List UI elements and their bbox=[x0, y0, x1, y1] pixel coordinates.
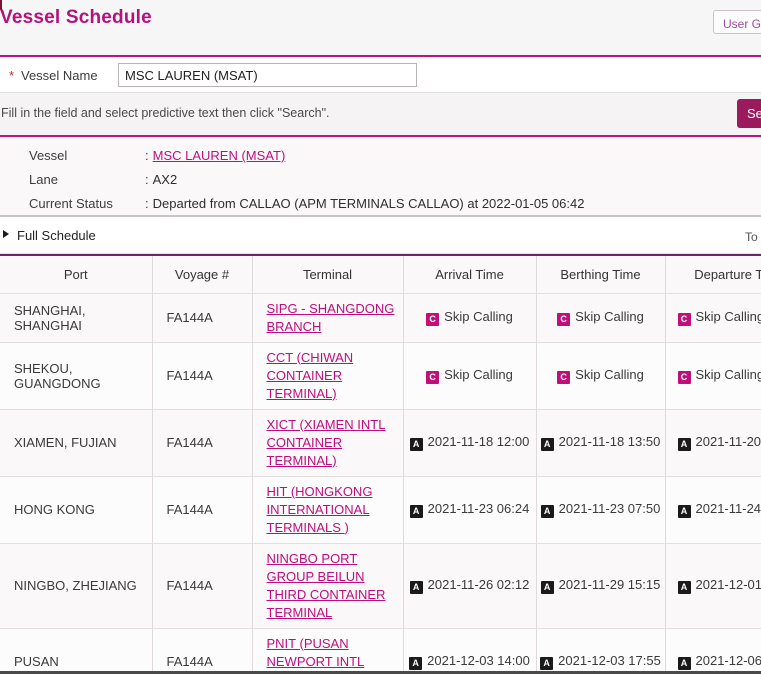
actual-time-icon: A bbox=[541, 505, 554, 518]
vessel-name-input[interactable] bbox=[118, 63, 417, 87]
berthing-cell: A2021-11-23 07:50 bbox=[536, 476, 665, 543]
terminal-link[interactable]: CCT (CHIWAN CONTAINER TERMINAL) bbox=[267, 350, 354, 401]
schedule-row: SHEKOU, GUANGDONG FA144A CCT (CHIWAN CON… bbox=[0, 342, 761, 409]
departure-cell: A2021-12-06 0 bbox=[665, 628, 761, 674]
departure-cell: CSkip Calling bbox=[665, 342, 761, 409]
col-header-departure: Departure Time bbox=[665, 255, 761, 293]
schedule-row: SHANGHAI, SHANGHAI FA144A SIPG - SHANGDO… bbox=[0, 293, 761, 342]
colon: : bbox=[145, 170, 149, 189]
voyage-cell: FA144A bbox=[152, 476, 252, 543]
search-form: * Vessel Name bbox=[0, 57, 761, 93]
page-header: Vessel Schedule User Guide bbox=[0, 0, 761, 55]
actual-time-icon: A bbox=[410, 581, 423, 594]
departure-cell: CSkip Calling bbox=[665, 293, 761, 342]
port-cell: SHANGHAI, SHANGHAI bbox=[0, 293, 152, 342]
vessel-info-panel: Vessel : MSC LAUREN (MSAT) Lane : AX2 Cu… bbox=[0, 137, 761, 217]
port-cell: NINGBO, ZHEJIANG bbox=[0, 543, 152, 628]
page-title: Vessel Schedule bbox=[0, 7, 152, 29]
skip-calling-icon: C bbox=[426, 313, 439, 326]
actual-time-icon: A bbox=[678, 438, 691, 451]
voyage-cell: FA144A bbox=[152, 543, 252, 628]
actual-time-icon: A bbox=[410, 438, 423, 451]
actual-time-icon: A bbox=[409, 657, 422, 670]
schedule-right-text: To bbox=[745, 230, 758, 244]
voyage-cell: FA144A bbox=[152, 409, 252, 476]
status-info-row: Current Status : Departed from CALLAO (A… bbox=[29, 194, 761, 213]
search-hint-text: Fill in the field and select predictive … bbox=[1, 106, 329, 120]
actual-time-icon: A bbox=[541, 581, 554, 594]
schedule-row: XIAMEN, FUJIAN FA144A XICT (XIAMEN INTL … bbox=[0, 409, 761, 476]
vessel-name-label: Vessel Name bbox=[21, 68, 98, 83]
arrival-cell: A2021-11-26 02:12 bbox=[403, 543, 536, 628]
arrival-cell: CSkip Calling bbox=[403, 342, 536, 409]
lane-value: AX2 bbox=[153, 170, 178, 189]
terminal-link[interactable]: NINGBO PORT GROUP BEILUN THIRD CONTAINER… bbox=[267, 551, 386, 620]
search-button[interactable]: Search bbox=[737, 99, 761, 128]
skip-calling-icon: C bbox=[557, 371, 570, 384]
expand-arrow-icon[interactable] bbox=[3, 230, 9, 238]
vessel-link[interactable]: MSC LAUREN (MSAT) bbox=[153, 146, 286, 165]
user-guide-button[interactable]: User Guide bbox=[713, 10, 761, 34]
arrival-cell: A2021-11-23 06:24 bbox=[403, 476, 536, 543]
schedule-row: PUSAN FA144A PNIT (PUSAN NEWPORT INTL TE… bbox=[0, 628, 761, 674]
schedule-row: HONG KONG FA144A HIT (HONGKONG INTERNATI… bbox=[0, 476, 761, 543]
arrival-cell: A2021-11-18 12:00 bbox=[403, 409, 536, 476]
required-marker: * bbox=[9, 68, 14, 83]
current-status-label: Current Status bbox=[29, 194, 145, 213]
col-header-port: Port bbox=[0, 255, 152, 293]
schedule-header-row: Port Voyage # Terminal Arrival Time Bert… bbox=[0, 255, 761, 293]
vessel-label: Vessel bbox=[29, 146, 145, 165]
terminal-link[interactable]: SIPG - SHANGDONG BRANCH bbox=[267, 301, 395, 334]
lane-label: Lane bbox=[29, 170, 145, 189]
lane-info-row: Lane : AX2 bbox=[29, 170, 761, 189]
berthing-cell: A2021-11-29 15:15 bbox=[536, 543, 665, 628]
port-cell: HONG KONG bbox=[0, 476, 152, 543]
arrival-cell: A2021-12-03 14:00 bbox=[403, 628, 536, 674]
col-header-voyage: Voyage # bbox=[152, 255, 252, 293]
full-schedule-bar: Full Schedule To bbox=[0, 217, 761, 254]
terminal-link[interactable]: XICT (XIAMEN INTL CONTAINER TERMINAL) bbox=[267, 417, 386, 468]
actual-time-icon: A bbox=[540, 657, 553, 670]
skip-calling-icon: C bbox=[426, 371, 439, 384]
departure-cell: A2021-12-01 1 bbox=[665, 543, 761, 628]
terminal-link[interactable]: PNIT (PUSAN NEWPORT INTL TERMINAL) bbox=[267, 636, 365, 674]
schedule-row: NINGBO, ZHEJIANG FA144A NINGBO PORT GROU… bbox=[0, 543, 761, 628]
arrival-cell: CSkip Calling bbox=[403, 293, 536, 342]
port-cell: PUSAN bbox=[0, 628, 152, 674]
actual-time-icon: A bbox=[678, 505, 691, 518]
schedule-table: Port Voyage # Terminal Arrival Time Bert… bbox=[0, 254, 761, 674]
skip-calling-icon: C bbox=[678, 371, 691, 384]
departure-cell: A2021-11-24 1 bbox=[665, 476, 761, 543]
berthing-cell: A2021-11-18 13:50 bbox=[536, 409, 665, 476]
full-schedule-title[interactable]: Full Schedule bbox=[17, 228, 96, 243]
colon: : bbox=[145, 194, 149, 213]
actual-time-icon: A bbox=[678, 581, 691, 594]
schedule-table-body: SHANGHAI, SHANGHAI FA144A SIPG - SHANGDO… bbox=[0, 293, 761, 674]
actual-time-icon: A bbox=[541, 438, 554, 451]
skip-calling-icon: C bbox=[678, 313, 691, 326]
port-cell: SHEKOU, GUANGDONG bbox=[0, 342, 152, 409]
voyage-cell: FA144A bbox=[152, 628, 252, 674]
colon: : bbox=[145, 146, 149, 165]
skip-calling-icon: C bbox=[557, 313, 570, 326]
hint-bar: Fill in the field and select predictive … bbox=[0, 93, 761, 135]
terminal-link[interactable]: HIT (HONGKONG INTERNATIONAL TERMINALS ) bbox=[267, 484, 373, 535]
berthing-cell: CSkip Calling bbox=[536, 342, 665, 409]
current-status-value: Departed from CALLAO (APM TERMINALS CALL… bbox=[153, 194, 585, 213]
col-header-arrival: Arrival Time bbox=[403, 255, 536, 293]
col-header-terminal: Terminal bbox=[252, 255, 403, 293]
actual-time-icon: A bbox=[410, 505, 423, 518]
col-header-berthing: Berthing Time bbox=[536, 255, 665, 293]
port-cell: XIAMEN, FUJIAN bbox=[0, 409, 152, 476]
vessel-info-row: Vessel : MSC LAUREN (MSAT) bbox=[29, 146, 761, 165]
actual-time-icon: A bbox=[678, 657, 691, 670]
departure-cell: A2021-11-20 1 bbox=[665, 409, 761, 476]
voyage-cell: FA144A bbox=[152, 342, 252, 409]
berthing-cell: A2021-12-03 17:55 bbox=[536, 628, 665, 674]
voyage-cell: FA144A bbox=[152, 293, 252, 342]
berthing-cell: CSkip Calling bbox=[536, 293, 665, 342]
